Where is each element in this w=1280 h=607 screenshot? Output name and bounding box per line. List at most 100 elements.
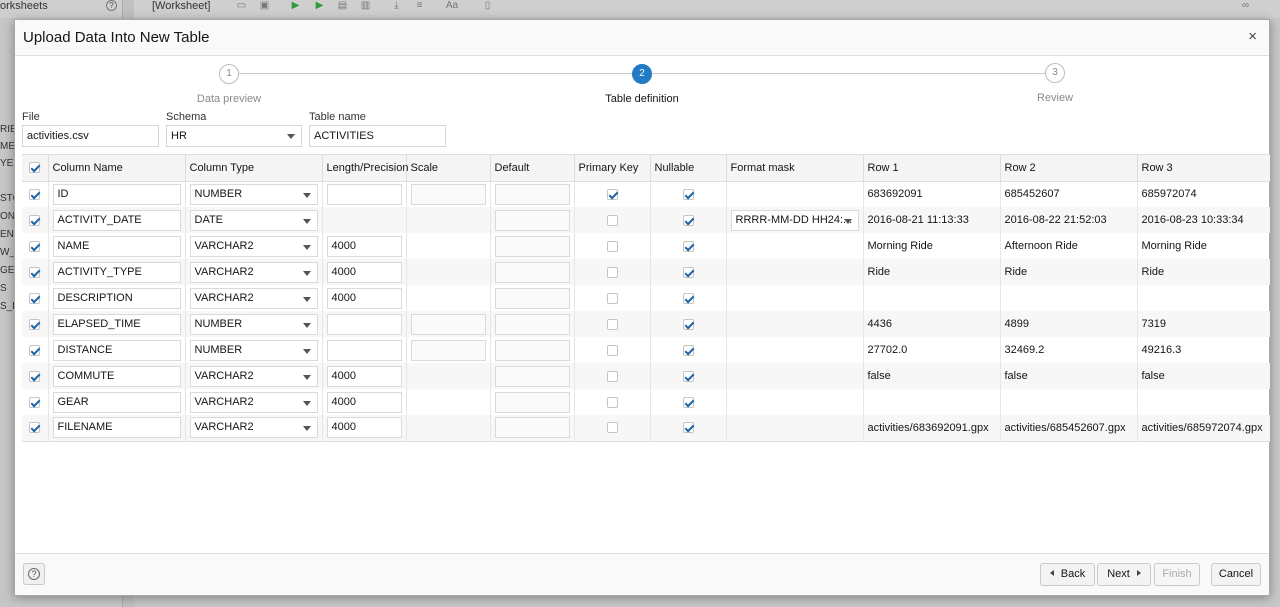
binoculars-icon[interactable]: ∞ bbox=[1240, 1, 1251, 11]
back-button[interactable]: Back bbox=[1040, 563, 1095, 586]
length-input[interactable]: 4000 bbox=[326, 391, 402, 413]
help-icon[interactable]: ? bbox=[106, 0, 117, 11]
step-1-marker[interactable]: 1 bbox=[219, 64, 239, 84]
format-mask-select[interactable]: RRRR-MM-DD HH24:... bbox=[730, 209, 859, 231]
length-input[interactable] bbox=[326, 339, 402, 361]
scale-input[interactable] bbox=[410, 313, 486, 335]
nullable-checkbox[interactable] bbox=[682, 370, 694, 382]
step-3-marker[interactable]: 3 bbox=[1045, 63, 1065, 83]
worksheet-tab[interactable]: [Worksheet] bbox=[152, 0, 211, 12]
primary-key-checkbox[interactable] bbox=[606, 240, 618, 252]
text-case-icon[interactable]: Aa bbox=[441, 1, 463, 11]
primary-key-checkbox[interactable] bbox=[606, 370, 618, 382]
default-input[interactable] bbox=[494, 313, 570, 335]
row-checkbox[interactable] bbox=[29, 344, 41, 356]
row-checkbox[interactable] bbox=[29, 370, 41, 382]
next-button[interactable]: Next bbox=[1097, 563, 1151, 586]
row-checkbox[interactable] bbox=[29, 292, 41, 304]
column-name-input[interactable]: ELAPSED_TIME bbox=[52, 313, 181, 335]
nullable-checkbox[interactable] bbox=[682, 396, 694, 408]
primary-key-checkbox[interactable] bbox=[606, 396, 618, 408]
length-input[interactable] bbox=[326, 313, 402, 335]
nullable-checkbox[interactable] bbox=[682, 318, 694, 330]
column-type-select[interactable]: NUMBER bbox=[189, 313, 318, 335]
primary-key-checkbox[interactable] bbox=[606, 266, 618, 278]
trash-icon[interactable]: ▯ bbox=[482, 1, 493, 11]
step-2-marker[interactable]: 2 bbox=[632, 64, 652, 84]
run-icon[interactable]: ▶ bbox=[290, 1, 301, 11]
nullable-checkbox[interactable] bbox=[682, 214, 694, 226]
close-icon[interactable]: × bbox=[1248, 28, 1257, 45]
column-type-select[interactable]: VARCHAR2 bbox=[189, 235, 318, 257]
primary-key-checkbox[interactable] bbox=[606, 292, 618, 304]
length-input[interactable] bbox=[326, 183, 402, 205]
explain-plan-icon[interactable]: ▤ bbox=[337, 1, 348, 11]
default-input[interactable] bbox=[494, 287, 570, 309]
nullable-checkbox[interactable] bbox=[682, 344, 694, 356]
column-type-select[interactable]: DATE bbox=[189, 209, 318, 231]
primary-key-checkbox[interactable] bbox=[606, 188, 618, 200]
column-name-input[interactable]: FILENAME bbox=[52, 417, 181, 439]
primary-key-checkbox[interactable] bbox=[606, 344, 618, 356]
length-input[interactable]: 4000 bbox=[326, 235, 402, 257]
nullable-checkbox[interactable] bbox=[682, 188, 694, 200]
run-script-icon[interactable]: ▶ bbox=[314, 1, 325, 11]
save-icon[interactable]: ▣ bbox=[259, 1, 270, 11]
column-type-select[interactable]: VARCHAR2 bbox=[189, 261, 318, 283]
column-type-select[interactable]: VARCHAR2 bbox=[189, 287, 318, 309]
column-type-select[interactable]: VARCHAR2 bbox=[189, 391, 318, 413]
finish-button[interactable]: Finish bbox=[1154, 563, 1200, 586]
row-checkbox[interactable] bbox=[29, 240, 41, 252]
row-checkbox[interactable] bbox=[29, 396, 41, 408]
nullable-checkbox[interactable] bbox=[682, 292, 694, 304]
column-name-input[interactable]: NAME bbox=[52, 235, 181, 257]
length-input[interactable]: 4000 bbox=[326, 365, 402, 387]
column-name-input[interactable]: DISTANCE bbox=[52, 339, 181, 361]
column-type-select[interactable]: VARCHAR2 bbox=[189, 417, 318, 439]
schema-select[interactable]: HR bbox=[166, 125, 302, 147]
select-all-checkbox[interactable] bbox=[22, 155, 49, 182]
column-name-input[interactable]: DESCRIPTION bbox=[52, 287, 181, 309]
default-input[interactable] bbox=[494, 235, 570, 257]
length-input[interactable]: 4000 bbox=[326, 287, 402, 309]
length-input[interactable]: 4000 bbox=[326, 417, 402, 439]
checkbox[interactable] bbox=[29, 162, 41, 174]
column-name-input[interactable]: GEAR bbox=[52, 391, 181, 413]
column-type-select[interactable]: NUMBER bbox=[189, 339, 318, 361]
column-name-input[interactable]: ACTIVITY_DATE bbox=[52, 209, 181, 231]
column-type-select[interactable]: VARCHAR2 bbox=[189, 365, 318, 387]
scale-input[interactable] bbox=[410, 183, 486, 205]
row-checkbox[interactable] bbox=[29, 214, 41, 226]
table-name-field[interactable]: ACTIVITIES bbox=[309, 125, 446, 147]
row-checkbox[interactable] bbox=[29, 422, 41, 434]
cancel-button[interactable]: Cancel bbox=[1211, 563, 1261, 586]
column-type-select[interactable]: NUMBER bbox=[189, 183, 318, 205]
default-input[interactable] bbox=[494, 339, 570, 361]
default-input[interactable] bbox=[494, 391, 570, 413]
download-icon[interactable]: ⤓ bbox=[391, 1, 402, 11]
scale-input[interactable] bbox=[410, 339, 486, 361]
help-button[interactable]: ? bbox=[23, 563, 45, 585]
autotrace-icon[interactable]: ▥ bbox=[360, 1, 371, 11]
nullable-checkbox[interactable] bbox=[682, 266, 694, 278]
default-input[interactable] bbox=[494, 183, 570, 205]
primary-key-checkbox[interactable] bbox=[606, 214, 618, 226]
column-name-input[interactable]: ID bbox=[52, 183, 181, 205]
row-checkbox[interactable] bbox=[29, 266, 41, 278]
row-checkbox[interactable] bbox=[29, 318, 41, 330]
column-name-input[interactable]: ACTIVITY_TYPE bbox=[52, 261, 181, 283]
row-checkbox[interactable] bbox=[29, 188, 41, 200]
file-field[interactable]: activities.csv bbox=[22, 125, 159, 147]
primary-key-checkbox[interactable] bbox=[606, 318, 618, 330]
nullable-checkbox[interactable] bbox=[682, 240, 694, 252]
default-input[interactable] bbox=[494, 417, 570, 439]
primary-key-checkbox[interactable] bbox=[606, 422, 618, 434]
format-icon[interactable]: ≡ bbox=[414, 1, 425, 11]
nullable-checkbox[interactable] bbox=[682, 422, 694, 434]
default-input[interactable] bbox=[494, 365, 570, 387]
database-icon[interactable]: ▭ bbox=[236, 1, 247, 11]
length-input[interactable]: 4000 bbox=[326, 261, 402, 283]
default-input[interactable] bbox=[494, 209, 570, 231]
default-input[interactable] bbox=[494, 261, 570, 283]
column-name-input[interactable]: COMMUTE bbox=[52, 365, 181, 387]
